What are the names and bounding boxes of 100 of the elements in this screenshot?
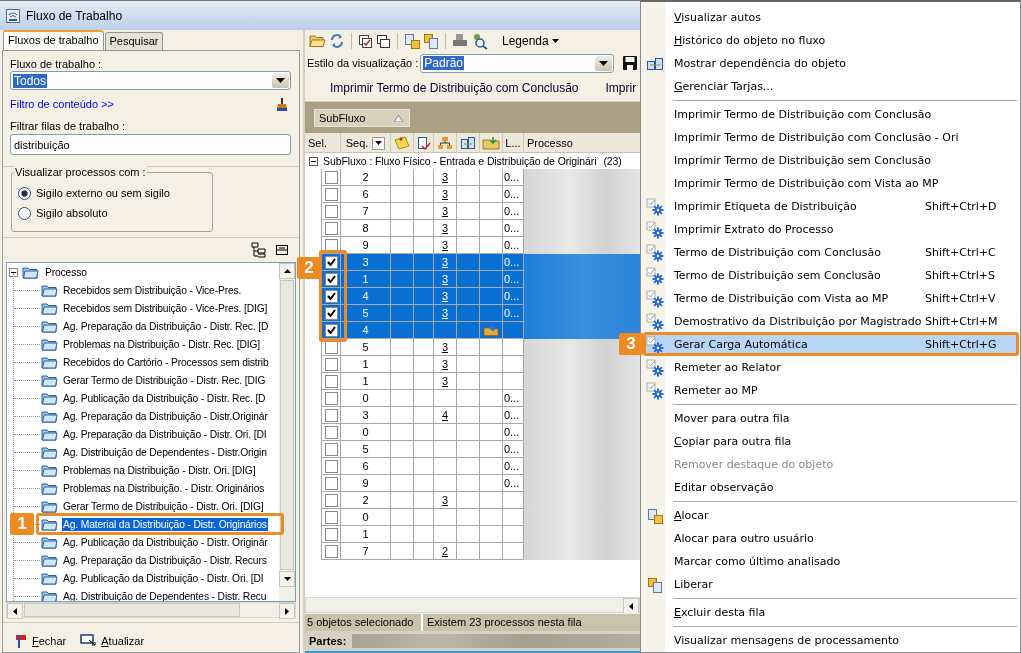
column-header[interactable]: Processo [524,133,640,153]
tree-expand-icon[interactable] [251,242,267,258]
tree-item[interactable]: Processo [44,265,88,279]
horizontal-scrollbar[interactable] [305,597,640,613]
menu-item[interactable]: Imprimir Termo de Distribuição sem Conclusão [643,149,1017,172]
action-link[interactable]: Imprimir Termo de Distribuição com Conclusão [330,81,579,95]
save-icon[interactable] [622,55,639,71]
scroll-left-icon[interactable] [13,607,17,615]
scroll-left-icon[interactable] [629,602,633,610]
menu-item[interactable]: Marcar como último analisado [643,550,1017,573]
copy-icon[interactable] [404,33,420,49]
radio-label[interactable]: Sigilo absoluto [36,207,108,219]
table-cell-link[interactable]: 3 [441,358,449,370]
table-cell-link[interactable]: 3 [441,273,449,285]
tab[interactable]: Fluxos de trabalho [3,30,104,50]
tree-item[interactable]: Recebidos sem Distribuição - Vice-Pres. [DIG] [62,301,269,315]
table-cell-link[interactable]: 3 [441,290,449,302]
footer-button[interactable]: Atualizar [80,634,145,647]
tree-item[interactable]: Ag. Distribuição de Dependentes - Distr. Recu [62,589,268,601]
tree-item[interactable]: Problemas na Distribuição - Distr. Ori. [DIG] [62,463,257,477]
scroll-right-icon[interactable] [285,607,289,615]
tree-item[interactable]: Ag. Preparação da Distribuição - Distr. Rec. [D [62,319,270,333]
menu-item[interactable]: Copiar para outra fila [643,430,1017,453]
view-style-dropdown[interactable]: Padrão [420,53,615,73]
menu-item[interactable]: Imprimir Extrato do Processo [643,218,1017,241]
table-cell-link[interactable]: 3 [441,205,449,217]
tree-item[interactable]: Gerar Termo de Distribuição - Distr. Rec. [DIG [62,373,267,387]
workflow-dropdown[interactable]: Todos [10,71,291,90]
menu-item[interactable]: Alocar [643,504,1017,527]
tree-item[interactable]: Ag. Material da Distribuição - Distr. Originários [62,517,268,531]
menu-item[interactable]: Imprimir Etiqueta de Distribuição Shift+Ctrl+D [643,195,1017,218]
broom-icon[interactable] [276,97,288,111]
menu-item[interactable]: Liberar [643,573,1017,596]
menu-item[interactable]: Termo de Distribuição com Vista ao MP Shift+Ctrl+V [643,287,1017,310]
tree-item[interactable]: Ag. Preparação da Distribuição - Distr.Originár [62,409,269,423]
menu-item[interactable]: Alocar para outro usuário [643,527,1017,550]
queue-filter-field[interactable]: distribuição [10,134,291,155]
footer-button[interactable]: Fechar [15,633,67,648]
table-cell-link[interactable]: 3 [441,375,449,387]
menu-item[interactable]: Mostrar dependência do objeto [643,52,1017,75]
menu-item[interactable]: Imprimir Termo de Distribuição com Conclusão [643,103,1017,126]
table-cell-link[interactable]: 4 [441,409,449,421]
table-cell-link[interactable]: 3 [441,222,449,234]
table-cell-link[interactable]: 3 [441,307,449,319]
collapse-toggle[interactable] [309,156,318,166]
menu-item[interactable]: Visualizar autos [643,6,1017,29]
horizontal-scrollbar[interactable] [6,602,296,618]
menu-item[interactable]: Editar observação [643,476,1017,499]
table-cell-link[interactable]: 3 [441,494,449,506]
tree-item[interactable]: Problemas na Distribuição. - Distr. Originários [62,481,266,495]
scroll-down-icon[interactable] [283,577,291,581]
table-cell-link[interactable]: 3 [441,341,449,353]
menu-item[interactable]: Remeter ao Relator [643,356,1017,379]
menu-item[interactable]: Demostrativo da Distribuição por Magistrado Shift+Ctrl+M [643,310,1017,333]
table-cell-link[interactable]: 2 [441,545,449,557]
table-cell-link[interactable]: 3 [441,256,449,268]
tree-item[interactable]: Ag. Publicação da Distribuição - Distr. Ori. [DI [62,571,265,585]
menu-item[interactable]: Imprimir Termo de Distribuição com Conclusão - Ori [643,126,1017,149]
tree-item[interactable]: Ag. Distribuição de Dependentes - Distr.Origin [62,445,268,459]
action-link[interactable]: Imprir [605,81,637,95]
printer-icon[interactable] [452,33,468,49]
radio-button[interactable] [18,206,31,220]
menu-item[interactable]: Excluir desta fila [643,601,1017,624]
search-icon[interactable] [471,32,489,50]
tree-item[interactable]: Gerar Termo de Distribuição - Distr. Ori. [DIG] [62,499,265,513]
group-by-chip[interactable]: SubFluxo [314,109,410,127]
collapse-toggle[interactable] [9,267,18,277]
tree-item[interactable]: Ag. Preparação da Distribuição - Distr. Ori. [DI [62,427,268,441]
hierarchy-icon [437,136,453,150]
legend-dropdown-button[interactable]: Legenda [502,34,559,48]
menu-item[interactable]: Mover para outra fila [643,407,1017,430]
menu-item[interactable]: Remeter ao MP [643,379,1017,402]
table-cell-link[interactable]: 3 [441,188,449,200]
content-filter-link[interactable]: Filtro de conteúdo >> [10,98,114,110]
step-badge: 3 [619,333,643,355]
tree-collapse-icon[interactable] [275,243,289,257]
table-cell-link[interactable]: 3 [441,171,449,183]
tab[interactable]: Pesquisar [104,32,164,50]
menu-item[interactable]: Imprimir Termo de Distribuição com Vista ao MP [643,172,1017,195]
open-folder-icon[interactable] [309,34,326,48]
tree-item[interactable]: Problemas na Distribuição - Distr. Rec. [DIG] [62,337,261,351]
vertical-scrollbar[interactable] [279,263,295,601]
menu-item[interactable]: Histórico do objeto no fluxo [643,29,1017,52]
menu-item[interactable]: Termo de Distribuição com Conclusão Shift+Ctrl+C [643,241,1017,264]
tree-item[interactable]: Ag. Preparação da Distribuição - Distr. Recurs [62,553,268,567]
tree-item[interactable]: Recebidos sem Distribuição - Vice-Pres. [62,283,243,297]
tree-item[interactable]: Ag. Publicação da Distribuição - Distr. Originár [62,535,269,549]
tree-item[interactable]: Ag. Publicação da Distribuição - Distr. Rec. [D [62,391,267,405]
radio-label[interactable]: Sigilo externo ou sem sigilo [36,187,170,199]
tree-item[interactable]: Recebidos do Cartório - Processos sem distrib [62,355,270,369]
menu-item[interactable]: Termo de Distribuição sem Conclusão Shift+Ctrl+S [643,264,1017,287]
document-icon[interactable] [423,33,439,49]
radio-button[interactable] [18,186,31,200]
windows-icon[interactable] [376,33,391,49]
refresh-icon[interactable] [329,33,345,49]
menu-item[interactable]: Visualizar mensagens de processamento [643,629,1017,652]
scroll-up-icon[interactable] [283,269,291,273]
menu-item[interactable]: Gerenciar Tarjas... [643,75,1017,98]
checklist-icon[interactable] [358,33,373,49]
table-cell-link[interactable]: 3 [441,239,449,251]
